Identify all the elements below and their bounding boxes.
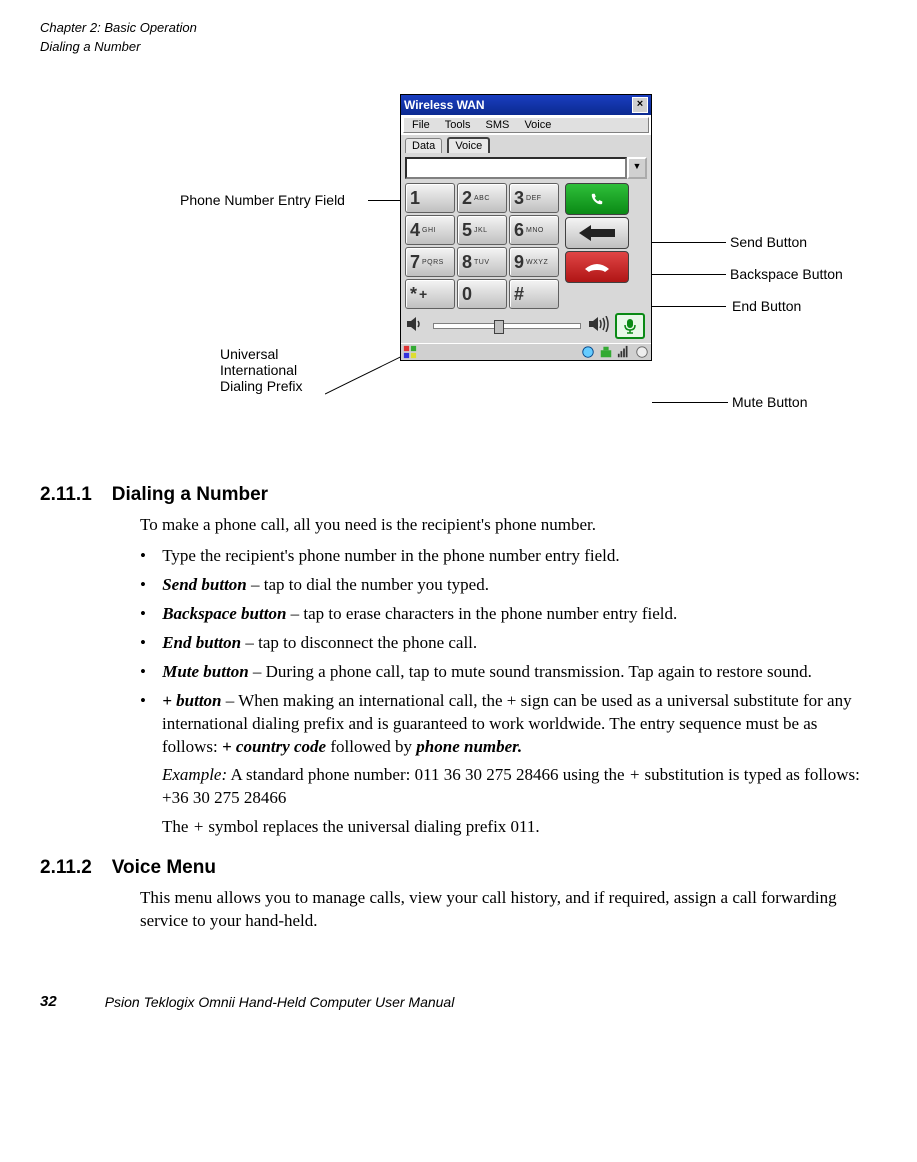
tab-voice[interactable]: Voice [447, 137, 490, 153]
list-item: + button – When making an international … [140, 690, 877, 840]
phone-number-input[interactable] [405, 157, 627, 179]
speaker-high-icon [589, 316, 611, 337]
key-2[interactable]: 2ABC [457, 183, 507, 213]
close-icon[interactable]: × [632, 97, 648, 113]
start-icon[interactable] [403, 345, 417, 359]
tab-row: Data Voice [401, 135, 651, 153]
key-3[interactable]: 3DEF [509, 183, 559, 213]
keypad: 1 2ABC 3DEF 4GHI 5JKL 6MNO 7PQRS 8TUV 9W… [405, 183, 559, 309]
key-1[interactable]: 1 [405, 183, 455, 213]
anno-intl-prefix: Universal International Dialing Prefix [220, 346, 302, 394]
menu-sms[interactable]: SMS [480, 118, 516, 132]
hangup-icon [583, 261, 611, 273]
anno-backspace: Backspace Button [730, 266, 843, 282]
dropdown-button[interactable]: ▼ [627, 157, 647, 179]
tab-data[interactable]: Data [405, 138, 442, 153]
send-button[interactable] [565, 183, 629, 215]
running-head-section: Dialing a Number [40, 39, 877, 54]
section-title: Dialing a Number [112, 484, 268, 505]
list-item: End button – tap to disconnect the phone… [140, 632, 877, 655]
anno-end: End Button [732, 298, 801, 314]
key-8[interactable]: 8TUV [457, 247, 507, 277]
running-head-chapter: Chapter 2: Basic Operation [40, 20, 877, 35]
list-item: Mute button – During a phone call, tap t… [140, 661, 877, 684]
mute-button[interactable] [615, 313, 645, 339]
signal-icon [617, 345, 631, 359]
key-7[interactable]: 7PQRS [405, 247, 455, 277]
titlebar: Wireless WAN × [401, 95, 651, 115]
voice-menu-paragraph: This menu allows you to manage calls, vi… [140, 887, 877, 933]
tray-icon [599, 345, 613, 359]
figure-diagram: Phone Number Entry Field Universal Inter… [40, 84, 877, 464]
menu-file[interactable]: File [406, 118, 436, 132]
key-0[interactable]: 0 [457, 279, 507, 309]
list-item: Type the recipient's phone number in the… [140, 545, 877, 568]
section-number: 2.11.1 [40, 484, 92, 505]
menubar: File Tools SMS Voice [403, 117, 649, 133]
tray-icon [635, 345, 649, 359]
key-5[interactable]: 5JKL [457, 215, 507, 245]
menu-tools[interactable]: Tools [439, 118, 477, 132]
window-title: Wireless WAN [404, 98, 485, 112]
anno-mute: Mute Button [732, 394, 808, 410]
backspace-button[interactable] [565, 217, 629, 249]
key-hash[interactable]: # [509, 279, 559, 309]
footer-title: Psion Teklogix Omnii Hand-Held Computer … [105, 994, 455, 1010]
speaker-low-icon [407, 316, 425, 337]
section-number: 2.11.2 [40, 857, 92, 878]
taskbar [401, 343, 651, 360]
key-4[interactable]: 4GHI [405, 215, 455, 245]
intro-paragraph: To make a phone call, all you need is th… [140, 514, 877, 537]
key-6[interactable]: 6MNO [509, 215, 559, 245]
back-arrow-icon [579, 225, 615, 241]
page-number: 32 [40, 993, 57, 1010]
handset-icon [587, 192, 607, 206]
key-star-plus[interactable]: *+ [405, 279, 455, 309]
section-title: Voice Menu [112, 857, 216, 878]
menu-voice[interactable]: Voice [518, 118, 557, 132]
key-9[interactable]: 9WXYZ [509, 247, 559, 277]
volume-slider[interactable] [433, 323, 581, 329]
app-window: Wireless WAN × File Tools SMS Voice Data… [400, 94, 652, 361]
tray-icon [581, 345, 595, 359]
end-button[interactable] [565, 251, 629, 283]
anno-send: Send Button [730, 234, 807, 250]
anno-phone-entry: Phone Number Entry Field [180, 192, 345, 208]
list-item: Backspace button – tap to erase characte… [140, 603, 877, 626]
microphone-icon [623, 318, 637, 334]
list-item: Send button – tap to dial the number you… [140, 574, 877, 597]
